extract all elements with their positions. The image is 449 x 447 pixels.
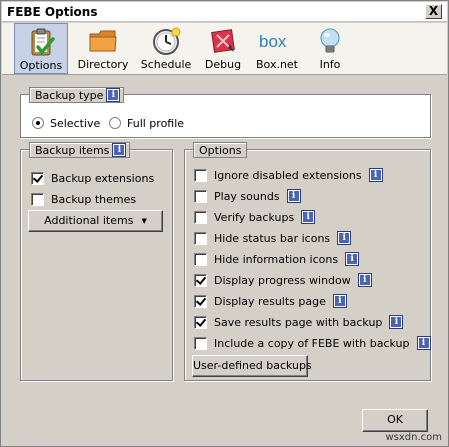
- backup-extensions-label: Backup extensions: [51, 171, 155, 185]
- lightbulb-icon: [315, 26, 345, 56]
- checkbox-display-progress[interactable]: Display progress window i: [194, 272, 372, 288]
- checkbox-save-results[interactable]: Save results page with backup i: [194, 314, 404, 330]
- checkbox-hide-information-icons[interactable]: Hide information icons i: [194, 251, 360, 267]
- hide-status-bar-label: Hide status bar icons: [214, 231, 331, 245]
- hide-information-icons-label: Hide information icons: [214, 252, 339, 266]
- backup-themes-checkbox[interactable]: [31, 192, 44, 206]
- tab-info[interactable]: Info: [308, 23, 352, 74]
- tab-info-label: Info: [319, 58, 341, 71]
- backup-items-info-icon[interactable]: i: [112, 143, 127, 157]
- window-title: FEBE Options: [7, 5, 98, 19]
- display-results-checkbox[interactable]: [194, 294, 207, 308]
- display-progress-info-icon[interactable]: i: [357, 273, 372, 287]
- play-sounds-label: Play sounds: [214, 189, 280, 203]
- backup-type-info-icon[interactable]: i: [106, 88, 121, 102]
- verify-backups-label: Verify backups: [214, 210, 295, 224]
- hide-information-icons-info-icon[interactable]: i: [345, 252, 360, 266]
- options-group: Options Ignore disabled extensions i Pla…: [184, 142, 431, 381]
- box-logo-text: box: [259, 32, 287, 51]
- checkbox-play-sounds[interactable]: Play sounds i: [194, 188, 301, 204]
- play-sounds-info-icon[interactable]: i: [286, 189, 301, 203]
- display-progress-checkbox[interactable]: [194, 273, 207, 287]
- tab-options-label: Options: [19, 59, 63, 72]
- options-window: FEBE Options X Options Directory Schedul…: [0, 0, 449, 447]
- backup-items-title: Backup items: [35, 143, 110, 157]
- checkbox-display-results[interactable]: Display results page i: [194, 293, 347, 309]
- display-results-info-icon[interactable]: i: [332, 294, 347, 308]
- box-logo-icon: box: [257, 26, 297, 56]
- options-label: Options: [193, 142, 248, 158]
- tab-debug[interactable]: Debug: [200, 23, 246, 74]
- tab-boxnet[interactable]: box Box.net: [252, 23, 302, 74]
- backup-extensions-checkbox[interactable]: [31, 171, 44, 185]
- debug-icon: [208, 26, 238, 56]
- title-bar: FEBE Options X: [2, 2, 447, 22]
- radio-full-profile[interactable]: Full profile: [109, 115, 184, 131]
- tab-schedule[interactable]: Schedule: [138, 23, 194, 74]
- save-results-label: Save results page with backup: [214, 315, 383, 329]
- hide-status-bar-info-icon[interactable]: i: [337, 231, 352, 245]
- verify-backups-checkbox[interactable]: [194, 210, 207, 224]
- folder-icon: [88, 26, 118, 56]
- backup-type-title: Backup type: [35, 88, 104, 102]
- radio-full-profile-label: Full profile: [127, 116, 185, 130]
- checkbox-include-febe[interactable]: Include a copy of FEBE with backup i: [194, 335, 431, 351]
- tab-options[interactable]: Options: [14, 23, 68, 74]
- tab-directory[interactable]: Directory: [76, 23, 130, 74]
- display-progress-label: Display progress window: [214, 273, 351, 287]
- tab-boxnet-label: Box.net: [256, 58, 298, 71]
- include-febe-checkbox[interactable]: [194, 336, 207, 350]
- ok-button[interactable]: OK: [362, 409, 428, 432]
- radio-selective-circle[interactable]: [32, 117, 44, 129]
- checkbox-backup-extensions[interactable]: Backup extensions: [31, 170, 154, 186]
- radio-selective-label: Selective: [50, 116, 101, 130]
- checkbox-hide-status-bar[interactable]: Hide status bar icons i: [194, 230, 352, 246]
- radio-selective[interactable]: Selective: [32, 115, 100, 131]
- ignore-disabled-label: Ignore disabled extensions: [214, 168, 362, 182]
- clipboard-check-icon: [26, 27, 56, 57]
- backup-type-label: Backup type i: [29, 87, 125, 103]
- ignore-disabled-checkbox[interactable]: [194, 168, 207, 182]
- display-results-label: Display results page: [214, 294, 326, 308]
- checkbox-backup-themes[interactable]: Backup themes: [31, 191, 136, 207]
- checkbox-ignore-disabled[interactable]: Ignore disabled extensions i: [194, 167, 383, 183]
- backup-items-group: Backup items i Backup extensions Backup …: [20, 142, 173, 381]
- radio-full-profile-circle[interactable]: [109, 117, 121, 129]
- save-results-checkbox[interactable]: [194, 315, 207, 329]
- backup-themes-label: Backup themes: [51, 192, 137, 206]
- additional-items-button[interactable]: Additional items ▼: [28, 210, 163, 232]
- hide-information-icons-checkbox[interactable]: [194, 252, 207, 266]
- backup-type-group: Backup type i Selective Full profile: [20, 87, 431, 138]
- checkbox-verify-backups[interactable]: Verify backups i: [194, 209, 316, 225]
- watermark: wsxdn.com: [385, 432, 442, 443]
- user-defined-backups-button[interactable]: User-defined backups: [192, 355, 312, 377]
- include-febe-label: Include a copy of FEBE with backup: [214, 336, 410, 350]
- options-title: Options: [199, 143, 242, 157]
- include-febe-info-icon[interactable]: i: [416, 336, 431, 350]
- additional-items-label: Additional items: [44, 214, 134, 227]
- tab-directory-label: Directory: [77, 58, 129, 71]
- verify-backups-info-icon[interactable]: i: [301, 210, 316, 224]
- tab-schedule-label: Schedule: [140, 58, 192, 71]
- hide-status-bar-checkbox[interactable]: [194, 231, 207, 245]
- tab-debug-label: Debug: [204, 58, 242, 71]
- close-button[interactable]: X: [425, 4, 442, 19]
- backup-items-label: Backup items i: [29, 142, 131, 158]
- save-results-info-icon[interactable]: i: [389, 315, 404, 329]
- dropdown-caret-icon: ▼: [141, 217, 147, 225]
- clock-icon: [151, 26, 181, 56]
- play-sounds-checkbox[interactable]: [194, 189, 207, 203]
- ignore-disabled-info-icon[interactable]: i: [368, 168, 383, 182]
- toolbar: Options Directory Schedule Debug box Box…: [2, 23, 447, 75]
